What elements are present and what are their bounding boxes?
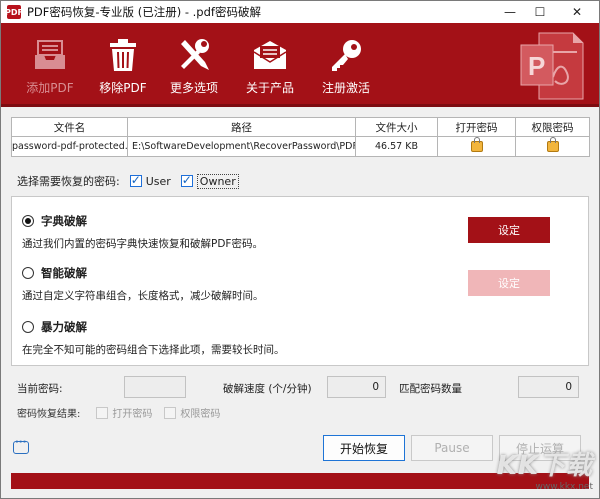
col-size[interactable]: 文件大小 [355, 117, 438, 137]
window-controls: — ☐ ✕ [495, 1, 599, 23]
dictionary-desc: 通过我们内置的密码字典快速恢复和破解PDF密码。 [22, 238, 263, 250]
dictionary-title[interactable]: 字典破解 [41, 213, 87, 229]
start-recovery-button[interactable]: 开始恢复 [323, 435, 405, 461]
chat-icon[interactable] [13, 437, 29, 454]
dictionary-radio[interactable] [22, 215, 34, 227]
smart-settings-button[interactable]: 设定 [468, 270, 550, 296]
register-activate-label: 注册激活 [321, 81, 370, 95]
dictionary-settings-button[interactable]: 设定 [468, 217, 550, 243]
result-label: 密码恢复结果: [17, 409, 81, 420]
add-pdf-button[interactable]: 添加PDF [15, 37, 85, 96]
owner-checkbox-label[interactable]: Owner [196, 173, 239, 189]
svg-text:P: P [528, 51, 545, 81]
lock-icon [470, 137, 483, 152]
open-password-cell [437, 136, 516, 157]
tools-icon [159, 37, 229, 73]
watermark-url: www.kkx.net [535, 482, 594, 492]
more-options-label: 更多选项 [169, 81, 218, 95]
file-size-cell: 46.57 KB [355, 136, 438, 157]
col-open-password[interactable]: 打开密码 [437, 117, 516, 137]
user-checkbox[interactable] [129, 173, 142, 187]
table-row[interactable]: password-pdf-protected.pd E:\SoftwareDev… [11, 136, 590, 157]
speed-label: 破解速度 (个/分钟) [223, 383, 312, 395]
current-password-label: 当前密码: [17, 383, 63, 395]
result-permission-checkbox[interactable] [164, 406, 177, 419]
current-password-field [124, 376, 186, 398]
owner-checkbox[interactable] [180, 173, 193, 187]
col-permission-password[interactable]: 权限密码 [515, 117, 590, 137]
dictionary-attack-option[interactable]: 字典破解 通过我们内置的密码字典快速恢复和破解PDF密码。 [22, 213, 263, 251]
result-permission-option[interactable]: 权限密码 [164, 405, 220, 420]
file-name-cell: password-pdf-protected.pd [11, 136, 128, 157]
brute-force-radio[interactable] [22, 321, 34, 333]
site-watermark: KK下载 www.kkx.net [497, 445, 593, 492]
brute-force-desc: 在完全不知可能的密码组合下选择此项，需要较长时间。 [22, 344, 285, 356]
lock-icon [546, 137, 559, 152]
more-options-button[interactable]: 更多选项 [159, 37, 229, 96]
file-table: 文件名 路径 文件大小 打开密码 权限密码 password-pdf-prote… [11, 117, 590, 157]
envelope-icon [235, 37, 305, 73]
col-path[interactable]: 路径 [127, 117, 356, 137]
pdf-logo-icon: P [517, 29, 587, 103]
close-button[interactable]: ✕ [555, 1, 599, 23]
about-product-label: 关于产品 [245, 81, 294, 95]
result-open-checkbox[interactable] [96, 406, 109, 419]
key-icon [311, 37, 381, 73]
watermark-logo: KK下载 [496, 451, 593, 481]
col-filename[interactable]: 文件名 [11, 117, 128, 137]
pdf-app-icon: PDF [5, 5, 23, 19]
app-window: PDF PDF密码恢复-专业版 (已注册) - .pdf密码破解 — ☐ ✕ 添… [0, 0, 600, 499]
table-header-row: 文件名 路径 文件大小 打开密码 权限密码 [11, 117, 590, 137]
main-toolbar: 添加PDF 移除PDF 更多选项 关于产品 注册激活 P [1, 23, 599, 107]
remove-pdf-label: 移除PDF [99, 81, 147, 95]
remove-pdf-button[interactable]: 移除PDF [88, 37, 158, 96]
file-path-cell: E:\SoftwareDevelopment\RecoverPassword\P… [127, 136, 356, 157]
smart-radio[interactable] [22, 267, 34, 279]
trash-icon [88, 37, 158, 73]
add-pdf-label: 添加PDF [26, 81, 74, 95]
match-count-field: 0 [518, 376, 579, 398]
about-product-button[interactable]: 关于产品 [235, 37, 305, 96]
attack-modes-panel: 字典破解 通过我们内置的密码字典快速恢复和破解PDF密码。 设定 智能破解 通过… [11, 196, 589, 366]
register-activate-button[interactable]: 注册激活 [311, 37, 381, 96]
smart-title[interactable]: 智能破解 [41, 265, 87, 281]
password-select-label: 选择需要恢复的密码: [17, 175, 120, 188]
inbox-icon [15, 37, 85, 73]
password-select-row: 选择需要恢复的密码: User Owner [17, 173, 239, 189]
smart-attack-option[interactable]: 智能破解 通过自定义字符串组合，长度格式，减少破解时间。 [22, 265, 264, 303]
speed-field: 0 [327, 376, 386, 398]
result-open-label: 打开密码 [112, 409, 153, 420]
result-permission-label: 权限密码 [180, 409, 221, 420]
user-checkbox-label[interactable]: User [146, 175, 171, 188]
brute-force-option[interactable]: 暴力破解 在完全不知可能的密码组合下选择此项，需要较长时间。 [22, 319, 285, 357]
smart-desc: 通过自定义字符串组合，长度格式，减少破解时间。 [22, 290, 264, 302]
result-row: 密码恢复结果: 打开密码 权限密码 [17, 405, 232, 420]
result-open-option[interactable]: 打开密码 [96, 405, 152, 420]
permission-password-cell [515, 136, 590, 157]
title-bar[interactable]: PDF PDF密码恢复-专业版 (已注册) - .pdf密码破解 — ☐ ✕ [1, 1, 599, 23]
window-title: PDF密码恢复-专业版 (已注册) - .pdf密码破解 [27, 5, 261, 19]
pause-button[interactable]: Pause [411, 435, 493, 461]
minimize-button[interactable]: — [495, 1, 525, 23]
brute-force-title[interactable]: 暴力破解 [41, 319, 87, 335]
maximize-button[interactable]: ☐ [525, 1, 555, 23]
match-count-label: 匹配密码数量 [399, 383, 462, 395]
